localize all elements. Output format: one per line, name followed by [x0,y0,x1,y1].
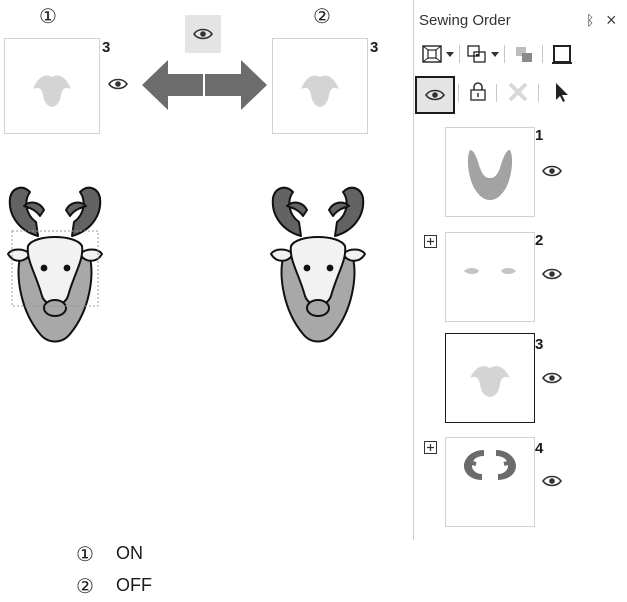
eye-icon[interactable] [542,165,562,177]
marker-on: ① [39,4,57,28]
close-icon[interactable]: × [606,10,617,31]
sewing-order-item-3[interactable] [445,333,535,423]
lock-icon[interactable] [466,80,490,104]
item-number: 2 [535,232,544,249]
chevron-down-icon[interactable] [491,52,499,58]
legend-marker: ② [76,573,94,598]
sewing-order-panel: Sewing Order ᛒ × 1 2 3 4 [413,0,627,540]
antler-ring-shape [464,450,516,480]
expand-icon[interactable] [424,235,437,248]
group-icon[interactable] [465,42,489,66]
head-silhouette-shape [33,75,71,107]
legend-text: ON [116,543,143,563]
item-number: 3 [535,336,544,353]
head-silhouette-shape [470,366,510,397]
delete-icon[interactable] [506,80,530,104]
item-number: 4 [535,440,544,457]
preview-thumbnail-off [272,38,368,134]
item-number: 1 [535,127,544,144]
v-beard-shape [467,150,513,200]
select-cursor-icon[interactable] [550,80,574,104]
head-silhouette-shape [301,75,339,107]
toolbar-separator [542,45,543,63]
arrange-icon[interactable] [512,42,536,66]
sewing-order-item-2[interactable] [445,232,535,322]
legend-row-on: ① ON [76,543,143,564]
toolbar-separator [459,45,460,63]
sewing-order-item-1[interactable] [445,127,535,217]
toolbar-separator [538,84,539,102]
eye-icon[interactable] [108,78,128,90]
deer-embroidery-off [270,186,366,343]
chevron-down-icon[interactable] [446,52,454,58]
toolbar-separator [496,84,497,102]
show-hide-button[interactable] [415,76,455,114]
legend-row-off: ② OFF [76,575,152,596]
preview-thumbnail-on [4,38,100,134]
fit-selection-icon[interactable] [420,42,444,66]
thumbnail-number: 3 [370,39,379,56]
sewing-order-item-4[interactable] [445,437,535,527]
eye-icon [193,28,213,40]
panel-title: Sewing Order [419,12,511,29]
frame-icon[interactable] [550,42,574,66]
ears-shape [464,268,516,274]
expand-icon[interactable] [424,441,437,454]
toolbar-separator [504,45,505,63]
marker-off: ② [313,4,331,28]
legend-marker: ① [76,541,94,566]
show-hide-button-illustration [185,15,221,53]
eye-icon[interactable] [542,268,562,280]
eye-icon[interactable] [542,372,562,384]
eye-icon[interactable] [542,475,562,487]
eye-icon [425,89,445,101]
toolbar-separator [458,84,459,102]
legend-text: OFF [116,575,152,595]
thumbnail-number: 3 [102,39,111,56]
double-arrow-icon [142,60,267,110]
deer-embroidery-on [7,186,103,343]
pin-icon[interactable]: ᛒ [586,12,594,28]
